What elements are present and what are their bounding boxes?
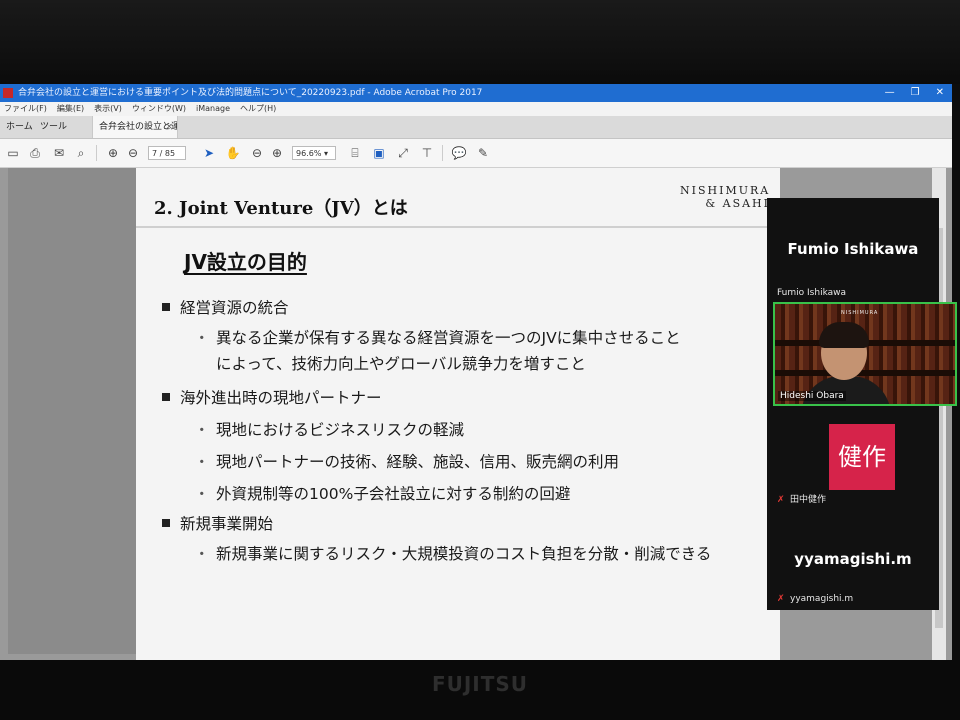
- slide-subtitle: JV設立の目的: [184, 250, 307, 274]
- participant-label-text: yyamagishi.m: [790, 594, 854, 604]
- sub-bullet-item: ・現地パートナーの技術、経験、施設、信用、販売網の利用: [194, 450, 619, 472]
- sub-bullet-text: 異なる企業が保有する異なる経営資源を一つのJVに集中させること: [216, 329, 681, 347]
- close-tab-icon[interactable]: ×: [165, 116, 173, 138]
- menu-edit[interactable]: 編集(E): [57, 102, 84, 116]
- zoom-out-icon[interactable]: ⊖: [248, 144, 266, 162]
- fullscreen-icon[interactable]: ⤢: [394, 144, 412, 162]
- page-up-icon[interactable]: ⊕: [104, 144, 122, 162]
- bullet-text: 経営資源の統合: [180, 299, 289, 317]
- mail-icon[interactable]: ✉: [50, 144, 68, 162]
- zoom-value: 96.6%: [296, 149, 322, 158]
- sub-bullet-item: ・現地におけるビジネスリスクの軽減: [194, 418, 464, 440]
- logo-line-1: NISHIMURA: [680, 184, 771, 197]
- video-participant-name: Hideshi Obara: [778, 391, 846, 401]
- toolbar: ▭ ⎙ ✉ ⌕ ⊕ ⊖ 7 / 85 ➤ ✋ ⊖ ⊕ 96.6% ▾ ⌸ ▣ ⤢…: [0, 139, 952, 168]
- dot-bullet: ・: [194, 545, 210, 563]
- toolbar-divider: [96, 145, 97, 161]
- dot-bullet: ・: [194, 453, 210, 471]
- muted-mic-icon: ✗: [777, 594, 785, 604]
- zoom-select[interactable]: 96.6% ▾: [292, 146, 336, 160]
- square-bullet-icon: [162, 519, 170, 527]
- toolbar-divider: [442, 145, 443, 161]
- scroll-mode-icon[interactable]: ▣: [370, 144, 388, 162]
- participant-label: ✗ 田中健作: [777, 492, 826, 505]
- sub-bullet-text: 外資規制等の100%子会社設立に対する制約の回避: [216, 485, 571, 503]
- slide-title: 2. Joint Venture（JV）とは: [154, 198, 408, 219]
- tab-bar: ホーム ツール 合弁会社の設立と運... ×: [0, 116, 952, 139]
- stamp-icon[interactable]: ⊤: [418, 144, 436, 162]
- monitor-bezel-top: [0, 0, 960, 84]
- save-icon[interactable]: ▭: [4, 144, 22, 162]
- bullet-item: 新規事業開始: [162, 512, 273, 534]
- participant-avatar: 健作: [829, 424, 895, 490]
- zoom-in-icon[interactable]: ⊕: [268, 144, 286, 162]
- bullet-item: 海外進出時の現地パートナー: [162, 386, 382, 408]
- monitor-brand-logo: FUJITSU: [431, 672, 529, 696]
- nishimura-asahi-logo: NISHIMURA & ASAHI: [680, 184, 770, 210]
- title-divider: [136, 226, 780, 228]
- window-title: 合弁会社の設立と運営における重要ポイント及び法的問題点について_20220923…: [18, 88, 483, 98]
- square-bullet-icon: [162, 393, 170, 401]
- minimize-button[interactable]: —: [885, 84, 895, 102]
- bullet-item: 経営資源の統合: [162, 296, 289, 318]
- sub-bullet-text: 現地におけるビジネスリスクの軽減: [216, 421, 465, 439]
- sub-bullet-text: 新規事業に関するリスク・大規模投資のコスト負担を分散・削減できる: [216, 545, 712, 563]
- bullet-text: 海外進出時の現地パートナー: [180, 389, 382, 407]
- menu-help[interactable]: ヘルプ(H): [240, 102, 276, 116]
- menu-window[interactable]: ウィンドウ(W): [132, 102, 186, 116]
- participant-label: Fumio Ishikawa: [777, 288, 847, 298]
- maximize-button[interactable]: ❐: [911, 84, 920, 102]
- print-icon[interactable]: ⎙: [26, 144, 44, 162]
- tab-home[interactable]: ホーム: [6, 116, 33, 138]
- participant-name-large: Fumio Ishikawa: [787, 240, 919, 258]
- close-button[interactable]: ✕: [936, 84, 944, 102]
- sub-bullet-item: ・外資規制等の100%子会社設立に対する制約の回避: [194, 482, 570, 504]
- menu-bar: ファイル(F) 編集(E) 表示(V) ウィンドウ(W) iManage ヘルプ…: [0, 102, 952, 116]
- page-total: / 85: [159, 149, 176, 158]
- sub-bullet-item: ・異なる企業が保有する異なる経営資源を一つのJVに集中させること: [194, 326, 681, 348]
- fit-page-icon[interactable]: ⌸: [346, 144, 364, 162]
- sub-bullet-text: 現地パートナーの技術、経験、施設、信用、販売網の利用: [216, 453, 620, 471]
- search-icon[interactable]: ⌕: [72, 144, 90, 162]
- page-number-value: 7: [152, 149, 158, 158]
- tab-tools[interactable]: ツール: [40, 116, 67, 138]
- menu-imanage[interactable]: iManage: [196, 102, 230, 116]
- acrobat-app-icon: [3, 88, 13, 98]
- logo-line-2: & ASAHI: [705, 197, 770, 210]
- comment-icon[interactable]: 💬: [450, 144, 468, 162]
- dot-bullet: ・: [194, 485, 210, 503]
- hand-icon[interactable]: ✋: [224, 144, 242, 162]
- cursor-icon[interactable]: ➤: [200, 144, 218, 162]
- shelf-band: [775, 370, 955, 376]
- dot-bullet: ・: [194, 329, 210, 347]
- person-hair: [819, 322, 869, 348]
- square-bullet-icon: [162, 303, 170, 311]
- tab-document[interactable]: 合弁会社の設立と運... ×: [92, 116, 178, 138]
- participant-label: ✗ yyamagishi.m: [777, 594, 853, 604]
- bullet-text: 新規事業開始: [180, 515, 274, 533]
- page-down-icon[interactable]: ⊖: [124, 144, 142, 162]
- pen-icon[interactable]: ✎: [474, 144, 492, 162]
- dot-bullet: ・: [194, 421, 210, 439]
- sub-bullet-item: ・新規事業に関するリスク・大規模投資のコスト負担を分散・削減できる: [194, 542, 711, 564]
- muted-mic-icon: ✗: [777, 495, 785, 505]
- meeting-participants-panel: Fumio Ishikawa Fumio Ishikawa NISHIMURA …: [767, 198, 957, 610]
- title-bar: 合弁会社の設立と運営における重要ポイント及び法的問題点について_20220923…: [0, 84, 952, 102]
- page-number-input[interactable]: 7 / 85: [148, 146, 186, 160]
- window-controls: — ❐ ✕: [885, 84, 944, 102]
- menu-view[interactable]: 表示(V): [94, 102, 122, 116]
- navigation-panel: [8, 168, 136, 654]
- participant-name-large: yyamagishi.m: [794, 550, 912, 568]
- background-logo: NISHIMURA: [841, 310, 879, 316]
- sub-bullet-continuation: によって、技術力向上やグローバル競争力を増すこと: [216, 355, 586, 373]
- participant-video[interactable]: NISHIMURA Hideshi Obara: [773, 302, 957, 406]
- pdf-page: 2. Joint Venture（JV）とは NISHIMURA & ASAHI…: [136, 168, 780, 662]
- participant-label-text: 田中健作: [790, 495, 827, 505]
- menu-file[interactable]: ファイル(F): [4, 102, 47, 116]
